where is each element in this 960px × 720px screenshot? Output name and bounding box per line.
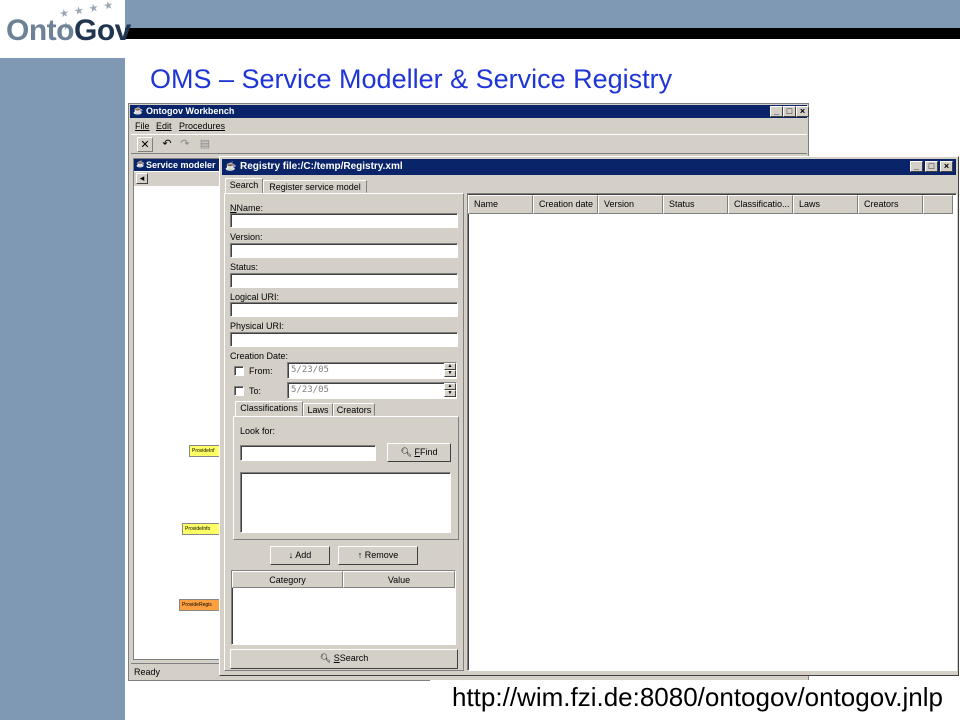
from-checkbox[interactable] bbox=[234, 366, 244, 376]
column-header-version[interactable]: Version bbox=[598, 195, 663, 214]
close-button[interactable]: × bbox=[940, 161, 953, 172]
subtab-laws[interactable]: Laws bbox=[303, 403, 333, 416]
column-header-name[interactable]: Name bbox=[468, 195, 533, 214]
classifications-list[interactable] bbox=[240, 472, 451, 533]
search-icon: 🔍︎ bbox=[400, 447, 412, 457]
from-label: From: bbox=[249, 366, 273, 376]
column-header-filler bbox=[923, 195, 953, 214]
category-table[interactable]: Category Value bbox=[231, 570, 456, 645]
logo-text-onto: Onto bbox=[6, 14, 74, 47]
maximize-button[interactable]: □ bbox=[925, 161, 938, 172]
add-button[interactable]: ↓ Add bbox=[270, 546, 330, 565]
from-spin-up[interactable]: ▲ bbox=[444, 363, 456, 370]
to-spin-down[interactable]: ▼ bbox=[444, 390, 456, 397]
url-caption[interactable]: http://wim.fzi.de:8080/ontogov/ontogov.j… bbox=[452, 682, 943, 713]
service-modeler-title: Service modeler bbox=[146, 160, 216, 170]
minimize-button[interactable]: _ bbox=[910, 161, 923, 172]
header-rule bbox=[125, 28, 960, 39]
search-panel: NName: Version: Status: Logical URI: Phy… bbox=[224, 193, 464, 671]
from-spin-down[interactable]: ▼ bbox=[444, 370, 456, 377]
status-field[interactable] bbox=[230, 273, 458, 288]
to-spin-up[interactable]: ▲ bbox=[444, 383, 456, 390]
version-field[interactable] bbox=[230, 243, 458, 258]
to-checkbox[interactable] bbox=[234, 386, 244, 396]
service-modeler-titlebar: ☕ Service modeler bbox=[134, 159, 224, 171]
search-button[interactable]: 🔍︎ SSearch bbox=[230, 649, 458, 669]
tab-search[interactable]: Search bbox=[225, 178, 263, 193]
menu-procedures[interactable]: Procedures bbox=[179, 121, 225, 131]
workbench-title: Ontogov Workbench bbox=[146, 106, 235, 116]
from-date-value: 5/23/05 bbox=[291, 365, 329, 375]
menu-file[interactable]: File bbox=[135, 121, 150, 131]
tab-register-service-model[interactable]: Register service model bbox=[263, 180, 367, 193]
document-icon[interactable]: ▤ bbox=[197, 137, 213, 152]
delete-icon[interactable]: ✕ bbox=[137, 137, 153, 152]
search-icon: 🔍︎ bbox=[319, 653, 332, 663]
subtab-classifications[interactable]: Classifications bbox=[235, 401, 303, 416]
java-icon: ☕ bbox=[133, 106, 143, 115]
category-column-header[interactable]: Category bbox=[232, 571, 343, 588]
menu-edit[interactable]: Edit bbox=[156, 121, 172, 131]
toolbar: ✕ ↶ ↷ ▤ bbox=[131, 134, 807, 154]
slide-title: OMS – Service Modeller & Service Registr… bbox=[150, 64, 673, 94]
add-icon: ↓ bbox=[288, 550, 294, 560]
scroll-left-button[interactable]: ◂ bbox=[136, 173, 148, 184]
top-band bbox=[125, 0, 960, 28]
column-header-creation-date[interactable]: Creation date bbox=[533, 195, 598, 214]
registry-window: ☕ Registry file:/C:/temp/Registry.xml _ … bbox=[219, 156, 959, 676]
registry-titlebar: ☕ Registry file:/C:/temp/Registry.xml _ … bbox=[222, 159, 956, 175]
registry-title: Registry file:/C:/temp/Registry.xml bbox=[240, 161, 403, 172]
logical-uri-label: Logical URI: bbox=[230, 292, 280, 302]
redo-icon[interactable]: ↷ bbox=[177, 137, 193, 152]
logical-uri-field[interactable] bbox=[230, 302, 458, 317]
find-button[interactable]: 🔍︎ FFind bbox=[387, 443, 451, 462]
left-sidebar-band bbox=[0, 0, 125, 720]
physical-uri-field[interactable] bbox=[230, 332, 458, 347]
to-date-value: 5/23/05 bbox=[291, 385, 329, 395]
remove-button[interactable]: ↑ Remove bbox=[338, 546, 418, 565]
creation-date-label: Creation Date: bbox=[230, 351, 289, 361]
maximize-button[interactable]: □ bbox=[783, 106, 796, 117]
from-date-field[interactable]: 5/23/05 ▲ ▼ bbox=[287, 362, 457, 379]
service-modeler-panel: ☕ Service modeler ◂ ProvideInf ProvideIn… bbox=[133, 158, 229, 660]
name-field[interactable] bbox=[230, 213, 458, 228]
to-date-field[interactable]: 5/23/05 ▲ ▼ bbox=[287, 382, 457, 399]
status-label: Status: bbox=[230, 262, 259, 272]
column-header-laws[interactable]: Laws bbox=[793, 195, 858, 214]
modeler-scrollbar[interactable]: ◂ bbox=[134, 172, 224, 186]
remove-icon: ↑ bbox=[357, 550, 363, 560]
status-text: Ready bbox=[134, 667, 161, 677]
column-header-status[interactable]: Status bbox=[663, 195, 728, 214]
physical-uri-label: Physical URI: bbox=[230, 321, 285, 331]
java-icon: ☕ bbox=[136, 161, 145, 168]
minimize-button[interactable]: _ bbox=[770, 106, 783, 117]
column-header-creators[interactable]: Creators bbox=[858, 195, 923, 214]
results-table[interactable]: Name Creation date Version Status Classi… bbox=[467, 193, 957, 671]
logo: ★ ★ ★ ★ ★ OntoGov bbox=[0, 0, 131, 58]
value-column-header[interactable]: Value bbox=[343, 571, 455, 588]
logo-text-gov: Gov bbox=[73, 14, 131, 47]
column-header-classifications[interactable]: Classificatio... bbox=[728, 195, 793, 214]
workbench-titlebar: ☕ Ontogov Workbench _ □ × bbox=[130, 105, 809, 118]
look-for-field[interactable] bbox=[240, 445, 376, 461]
undo-icon[interactable]: ↶ bbox=[159, 137, 175, 152]
classifications-panel: Look for: 🔍︎ FFind bbox=[233, 416, 459, 540]
version-label: Version: bbox=[230, 232, 263, 242]
close-button[interactable]: × bbox=[796, 106, 809, 117]
name-label: NName: bbox=[230, 203, 264, 213]
to-label: To: bbox=[249, 386, 262, 396]
look-for-label: Look for: bbox=[240, 426, 276, 436]
java-icon: ☕ bbox=[225, 161, 237, 171]
subtab-creators[interactable]: Creators bbox=[333, 403, 375, 416]
